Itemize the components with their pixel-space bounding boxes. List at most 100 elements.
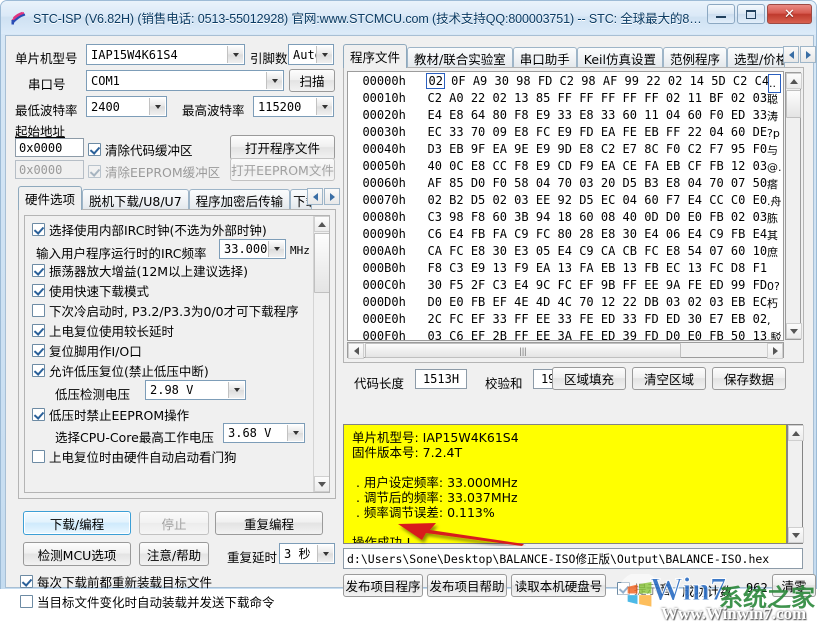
option-cold-start-p32-p33[interactable]: 下次冷启动时, P3.2/P3.3为0/0才可下载程序 [32,301,299,320]
chevron-down-icon[interactable] [316,98,332,115]
options-scrollbar[interactable] [313,216,329,492]
hex-bytes[interactable]: 02 0F A9 30 98 FD C2 98 AF 99 22 02 14 5… [427,74,769,88]
tab-example-programs[interactable]: 范例程序 [663,47,727,68]
tab-selection-price[interactable]: 选型/价格/样 [727,47,785,68]
scroll-left-button[interactable] [348,343,364,359]
open-program-file-button[interactable]: 打开程序文件 [230,135,335,160]
scroll-down-button[interactable] [314,476,330,492]
scroll-up-button[interactable] [788,425,804,441]
tab-program-file[interactable]: 程序文件 [343,44,407,68]
cpu-core-combo[interactable]: 3.68 V [223,423,305,443]
download-program-button[interactable]: 下载/编程 [23,511,131,535]
publish-project-help-button[interactable]: 发布项目帮助 [427,574,507,597]
pin-count-combo[interactable]: Auto [288,44,334,65]
com-port-combo[interactable]: COM1 [86,70,284,91]
hex-row[interactable]: 00050h 40 0C E8 CC F8 E9 CD F9 EA CE FA … [348,158,783,175]
chevron-down-icon[interactable] [227,46,243,63]
tab-offline-download[interactable]: 脱机下载/U8/U7 [82,189,189,210]
chevron-down-icon[interactable] [287,425,303,441]
chevron-down-icon[interactable] [268,241,284,257]
hex-horizontal-scrollbar[interactable]: ||| [347,342,784,358]
chevron-down-icon[interactable] [266,72,282,89]
hex-row[interactable]: 00040h D3 EB 9F EA 9E E9 9D E8 C2 E7 8C … [348,141,783,158]
hex-row[interactable]: 00000h 02 0F A9 30 98 FD C2 98 AF 99 22 … [348,73,783,90]
hex-editor[interactable]: 00000h 02 0F A9 30 98 FD C2 98 AF 99 22 … [347,71,784,341]
hex-bytes[interactable]: C2 A0 22 02 13 85 FF FF FF FF FF 02 11 B… [427,91,767,105]
hex-bytes[interactable]: D0 E0 FB EF 4E 4D 4C 70 12 22 DB 03 02 0… [427,295,767,309]
hex-row[interactable]: 000C0h 30 F5 2F C3 E4 9C FC EF 9B FF EE … [348,277,783,294]
hex-bytes[interactable]: AF 85 D0 F0 58 04 70 03 20 D5 B3 E8 04 7… [427,176,767,190]
hex-bytes[interactable]: C6 E4 FB FA C9 FC 80 28 E8 30 E4 06 E4 C… [427,227,767,241]
minimize-button[interactable] [707,4,735,24]
hex-bytes[interactable]: 03 C6 EF 2B FF EE 3A FE ED 39 FD D0 E0 F… [427,329,767,341]
option-disable-eeprom-at-low-voltage[interactable]: 低压时禁止EEPROM操作 [32,405,189,424]
irc-freq-combo[interactable]: 33.000 [219,239,286,259]
option-fast-download-mode[interactable]: 使用快速下载模式 [32,281,149,300]
max-baud-combo[interactable]: 115200 [253,96,334,117]
hex-row[interactable]: 000F0h 03 C6 EF 2B FF EE 3A FE ED 39 FD … [348,328,783,341]
scrollbar-thumb[interactable] [786,90,801,118]
scrollbar-thumb[interactable] [314,233,330,293]
notice-help-button[interactable]: 注意/帮助 [139,542,209,566]
clear-code-buffer-checkbox[interactable]: 清除代码缓冲区 [88,140,193,159]
chevron-down-icon[interactable] [228,382,244,398]
tab-hardware-options[interactable]: 硬件选项 [18,186,82,210]
hex-bytes[interactable]: D3 EB 9F EA 9E E9 9D E8 C2 E7 8C F0 C2 F… [427,142,767,156]
tab-encrypted-transfer[interactable]: 程序加密后传输 [189,189,291,210]
hex-row[interactable]: 00080h C3 98 F8 60 3B 94 18 60 08 40 0D … [348,209,783,226]
scroll-down-button[interactable] [788,527,804,543]
hex-bytes[interactable]: F8 C3 E9 13 F9 EA 13 FA EB 13 FB EC 13 F… [427,261,767,275]
lvd-combo[interactable]: 2.98 V [145,380,246,400]
tab-serial-assistant[interactable]: 串口助手 [513,47,577,68]
hex-row[interactable]: 00060h AF 85 D0 F0 58 04 70 03 20 D5 B3 … [348,175,783,192]
tab-teaching-material[interactable]: 教材/联合实验室 [407,47,513,68]
option-internal-irc-clock[interactable]: 选择使用内部IRC时钟(不选为外部时钟) [32,220,267,239]
scroll-right-button[interactable] [767,343,783,359]
auto-reload-on-change-checkbox[interactable]: 当目标文件变化时自动装载并发送下载命令 [20,592,275,611]
reload-before-download-checkbox[interactable]: 每次下载前都重新装载目标文件 [20,572,212,591]
tab-scroll-left-button[interactable] [783,46,799,63]
repeat-delay-combo[interactable]: 3 秒 [279,543,335,564]
scroll-up-button[interactable] [314,216,330,232]
maximize-button[interactable] [737,4,765,24]
option-oscillator-gain[interactable]: 振荡器放大增益(12M以上建议选择) [32,261,248,280]
publish-project-program-button[interactable]: 发布项目程序 [343,574,423,597]
file-path-field[interactable]: d:\Users\Sone\Desktop\BALANCE-ISO修正版\Out… [343,548,803,569]
hex-bytes[interactable]: 40 0C E8 CC F8 E9 CD F9 EA CE FA EB CF F… [427,159,767,173]
tab-scroll-left-button[interactable] [307,188,323,205]
hex-row[interactable]: 000D0h D0 E0 FB EF 4E 4D 4C 70 12 22 DB … [348,294,783,311]
repeat-program-button[interactable]: 重复编程 [215,511,323,535]
hex-bytes[interactable]: C3 98 F8 60 3B 94 18 60 08 40 0D D0 E0 F… [427,210,767,224]
option-hardware-watchdog-on-reset[interactable]: 上电复位时由硬件自动启动看门狗 [32,447,237,466]
hex-bytes[interactable]: 2C FC EF 33 FF EE 33 FE ED 33 FD ED 30 E… [427,312,767,326]
code-address-input[interactable]: 0x0000 [15,138,84,157]
tab-keil-simulation-settings[interactable]: Keil仿真设置 [577,47,663,68]
hex-bytes[interactable]: EC 33 70 09 E8 FC E9 FD EA FE EB FF 22 0… [427,125,767,139]
hex-row[interactable]: 00070h 02 B2 D5 02 03 EE 92 D5 EC 04 60 … [348,192,783,209]
scrollbar-thumb[interactable]: ||| [365,343,681,358]
scroll-down-button[interactable] [786,323,802,339]
hex-row[interactable]: 00010h C2 A0 22 02 13 85 FF FF FF FF FF … [348,90,783,107]
fill-region-button[interactable]: 区域填充 [552,367,626,390]
read-disk-id-button[interactable]: 读取本机硬盘号 [511,574,606,597]
close-button[interactable]: ✕ [767,4,812,24]
chevron-down-icon[interactable] [149,98,165,115]
hex-bytes[interactable]: 30 F5 2F C3 E4 9C FC EF 9B FF EE 9A FE E… [427,278,767,292]
mcu-type-combo[interactable]: IAP15W4K61S4 [86,44,245,65]
hex-bytes[interactable]: E4 E8 64 80 F8 E9 33 E8 33 60 11 04 60 F… [427,108,767,122]
option-reset-pin-as-io[interactable]: 复位脚用作I/O口 [32,341,142,360]
option-long-power-on-reset-delay[interactable]: 上电复位使用较长延时 [32,321,174,340]
tab-scroll-right-button[interactable] [324,188,340,205]
scroll-up-button[interactable] [786,73,802,89]
clear-region-button[interactable]: 清空区域 [632,367,706,390]
min-baud-combo[interactable]: 2400 [86,96,167,117]
save-data-button[interactable]: 保存数据 [712,367,786,390]
left-tab-scroll-buttons[interactable] [307,188,340,205]
tab-scroll-right-button[interactable] [800,46,816,63]
reset-count-button[interactable]: 清零 [772,574,816,597]
chevron-down-icon[interactable] [316,46,332,63]
hex-row[interactable]: 00030h EC 33 70 09 E8 FC E9 FD EA FE EB … [348,124,783,141]
log-vertical-scrollbar[interactable] [787,424,803,544]
title-bar[interactable]: STC-ISP (V6.82H) (销售电话: 0513-55012928) 官… [1,1,816,34]
hex-row[interactable]: 00020h E4 E8 64 80 F8 E9 33 E8 33 60 11 … [348,107,783,124]
